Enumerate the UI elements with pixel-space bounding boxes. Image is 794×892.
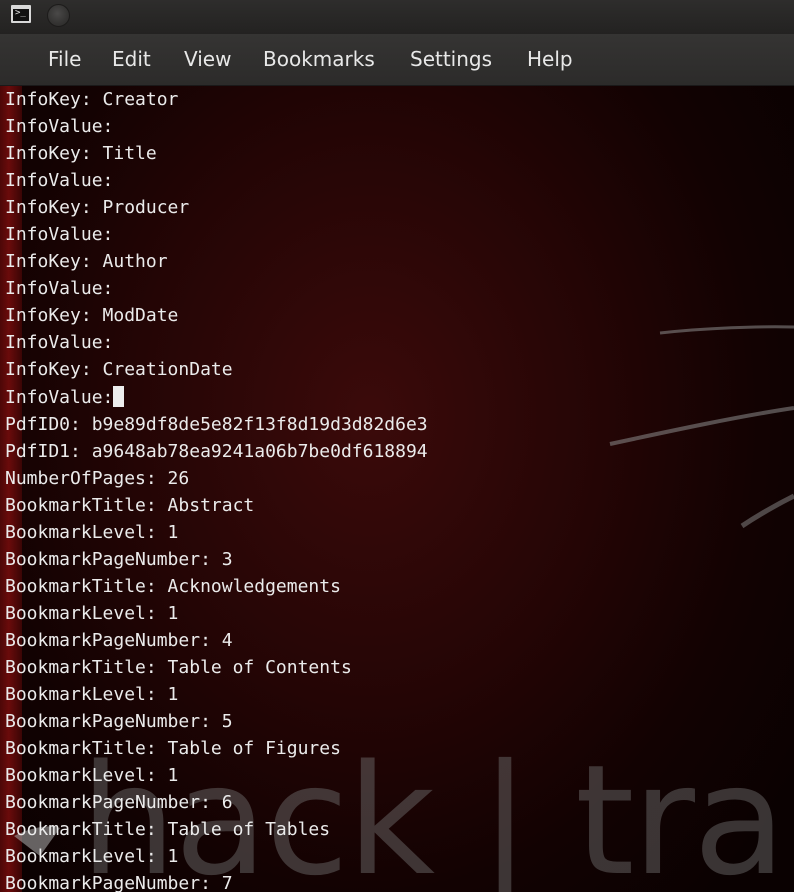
terminal-prompt-glyph: >_ (15, 8, 26, 18)
terminal-line: BookmarkLevel: 1 (5, 765, 179, 787)
menu-settings[interactable]: Settings (410, 47, 492, 71)
terminal-line: BookmarkLevel: 1 (5, 602, 179, 624)
terminal-line: InfoKey: ModDate (5, 305, 179, 327)
terminal-window: >_ File Edit View Bookmarks Settings Hel… (0, 0, 794, 892)
terminal-line: BookmarkLevel: 1 (5, 846, 179, 868)
title-bar: >_ (0, 0, 794, 34)
terminal-line: BookmarkPageNumber: 3 (5, 548, 233, 570)
terminal-line: BookmarkPageNumber: 4 (5, 629, 233, 651)
terminal-line: InfoValue: (5, 224, 114, 246)
terminal-line: BookmarkPageNumber: 5 (5, 711, 233, 733)
terminal-line: PdfID1: a9648ab78ea9241a06b7be0df618894 (5, 440, 428, 462)
terminal-line: InfoValue: (5, 278, 114, 300)
terminal-line: InfoKey: Producer (5, 197, 190, 219)
terminal-lines: InfoKey: Creator InfoValue: InfoKey: Title… (0, 86, 794, 892)
terminal-line: InfoValue: (5, 384, 794, 411)
terminal-line: BookmarkLevel: 1 (5, 521, 179, 543)
terminal-line: BookmarkLevel: 1 (5, 684, 179, 706)
terminal-line: BookmarkTitle: Table of Figures (5, 738, 341, 760)
terminal-line: BookmarkPageNumber: 6 (5, 792, 233, 814)
terminal-line: BookmarkTitle: Table of Contents (5, 656, 352, 678)
terminal-line: InfoKey: Title (5, 143, 157, 165)
terminal-line: BookmarkTitle: Table of Tables (5, 819, 331, 841)
terminal-line: InfoKey: Author (5, 251, 168, 273)
terminal-line: InfoKey: CreationDate (5, 359, 233, 381)
terminal-line: NumberOfPages: 26 (5, 467, 190, 489)
terminal-line: PdfID0: b9e89df8de5e82f13f8d19d3d82d6e3 (5, 413, 428, 435)
menu-edit[interactable]: Edit (112, 47, 151, 71)
menu-bookmarks[interactable]: Bookmarks (263, 47, 375, 71)
terminal-line: InfoValue: (5, 332, 114, 354)
terminal-line: BookmarkPageNumber: 7 (5, 873, 233, 892)
menu-file[interactable]: File (48, 47, 81, 71)
terminal-line: InfoKey: Creator (5, 89, 179, 110)
terminal-line: BookmarkTitle: Abstract (5, 494, 255, 516)
terminal-line: BookmarkTitle: Acknowledgements (5, 575, 341, 597)
menu-view[interactable]: View (184, 47, 231, 71)
window-menu-button[interactable] (47, 4, 70, 27)
terminal-line: InfoValue: (5, 116, 114, 138)
terminal-cursor (113, 385, 125, 407)
terminal-icon[interactable]: >_ (11, 5, 31, 23)
terminal-line: InfoValue: (5, 170, 114, 192)
menu-help[interactable]: Help (527, 47, 573, 71)
terminal-output-area[interactable]: hack | tra InfoKey: Creator InfoValue: Inf… (0, 86, 794, 892)
menu-bar: File Edit View Bookmarks Settings Help (0, 34, 794, 86)
